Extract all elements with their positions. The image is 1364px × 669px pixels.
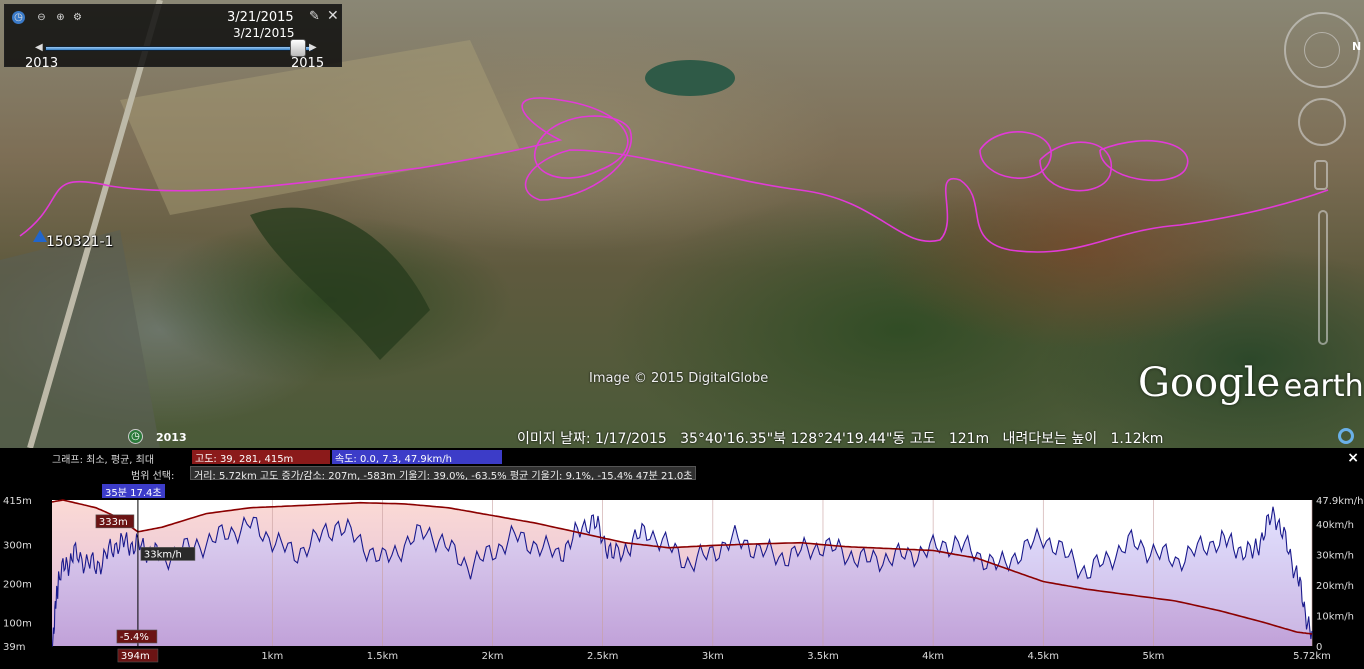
current-date: 3/21/2015 xyxy=(227,10,294,25)
y-right-tick-label: 10km/h xyxy=(1316,612,1354,623)
placemark-label[interactable]: 150321-1 xyxy=(46,234,113,250)
y-right-tick-label: 47.9km/h xyxy=(1316,496,1364,507)
x-tick-label: 1.5km xyxy=(367,651,398,662)
elevation-profile-panel: 그래프: 최소, 평균, 최대 고도: 39, 281, 415m 속도: 0.… xyxy=(0,448,1364,669)
range-label: 범위 선택: xyxy=(131,471,175,482)
imagery-credit: Image © 2015 DigitalGlobe xyxy=(589,371,769,386)
status-text: 이미지 날짜: 1/17/2015 35°40'16.35"북 128°24'1… xyxy=(517,431,1164,447)
imagery-year: 2013 xyxy=(156,431,187,444)
start-year: 2013 xyxy=(25,56,59,71)
y-right-tick-label: 30km/h xyxy=(1316,551,1354,562)
speed-stats[interactable]: 속도: 0.0, 7.3, 47.9km/h xyxy=(332,450,502,465)
x-tick-label: 3km xyxy=(702,651,724,662)
x-tick-label: 1km xyxy=(261,651,283,662)
map-view[interactable]: ◷ ⊖ ⊕ ⚙ 3/21/2015 ✎ ✕ 3/21/2015 ◀ ▶ 2013… xyxy=(0,0,1364,448)
time-track[interactable] xyxy=(45,46,313,51)
zoom-slider[interactable] xyxy=(1318,210,1328,345)
y-right-tick-label: 40km/h xyxy=(1316,520,1354,531)
wrench-icon[interactable]: ✎ xyxy=(309,9,320,24)
x-tick-label: 2km xyxy=(482,651,504,662)
x-tick-label: 5.72km xyxy=(1293,651,1331,662)
altitude-stats[interactable]: 고도: 39, 281, 415m xyxy=(192,450,330,465)
y-left-tick-label: 300m xyxy=(3,541,32,552)
y-left-tick-label: 415m xyxy=(3,496,32,507)
range-stats: 거리: 5.72km 고도 증가/감소: 207m, -583m 기울기: 39… xyxy=(190,466,697,482)
y-left-tick-label: 39m xyxy=(3,642,25,653)
logo-google-text: Google xyxy=(1138,360,1281,406)
slider-date: 3/21/2015 xyxy=(233,26,295,40)
step-forward-icon[interactable]: ▶ xyxy=(309,42,317,53)
look-center[interactable] xyxy=(1304,32,1340,68)
logo-earth-text: earth xyxy=(1283,369,1364,404)
placemark-icon[interactable] xyxy=(33,230,47,242)
y-left-tick-label: 100m xyxy=(3,618,32,629)
zoom-in-icon[interactable]: ⊕ xyxy=(54,11,67,24)
historical-imagery-icon[interactable]: ◷ xyxy=(128,429,143,444)
streaming-progress-icon xyxy=(1338,428,1354,444)
step-back-icon[interactable]: ◀ xyxy=(35,42,43,53)
y-right-tick-label: 0 xyxy=(1316,642,1322,653)
time-settings-icon[interactable]: ⚙ xyxy=(71,11,84,24)
x-tick-label: 4km xyxy=(922,651,944,662)
cursor-slope: -5.4% xyxy=(120,632,149,643)
x-tick-label: 2.5km xyxy=(587,651,618,662)
time-slider-panel: ◷ ⊖ ⊕ ⚙ 3/21/2015 ✎ ✕ 3/21/2015 ◀ ▶ 2013… xyxy=(4,4,342,71)
status-bar: ◷ 2013 이미지 날짜: 1/17/2015 35°40'16.35"북 1… xyxy=(0,424,1364,448)
cursor-altitude: 333m xyxy=(99,517,128,528)
zoom-out-icon[interactable]: ⊖ xyxy=(35,11,48,24)
time-thumb[interactable] xyxy=(290,39,306,57)
close-profile-button[interactable]: × xyxy=(1347,450,1359,466)
move-joystick[interactable] xyxy=(1298,98,1346,146)
street-view-pegman[interactable] xyxy=(1314,160,1328,190)
elevation-chart[interactable]: 1km 1.5km 2km 2.5km 3km 3.5km 4km 4.5km 5km 5.72k… xyxy=(0,496,1364,669)
y-right-tick-label: 20km/h xyxy=(1316,581,1354,592)
cursor-speed: 33km/h xyxy=(144,549,182,560)
y-left-tick-label: 200m xyxy=(3,579,32,590)
end-year: 2015 xyxy=(291,56,325,71)
cursor-distance: 394m xyxy=(121,651,150,662)
north-indicator[interactable]: N xyxy=(1352,40,1361,53)
x-tick-label: 5km xyxy=(1142,651,1164,662)
clock-icon[interactable]: ◷ xyxy=(12,11,25,24)
google-earth-logo: Google earth xyxy=(1138,360,1364,406)
graph-label: 그래프: 최소, 평균, 최대 xyxy=(52,455,155,466)
x-tick-label: 3.5km xyxy=(807,651,838,662)
x-tick-label: 4.5km xyxy=(1028,651,1059,662)
close-icon[interactable]: ✕ xyxy=(327,8,339,24)
